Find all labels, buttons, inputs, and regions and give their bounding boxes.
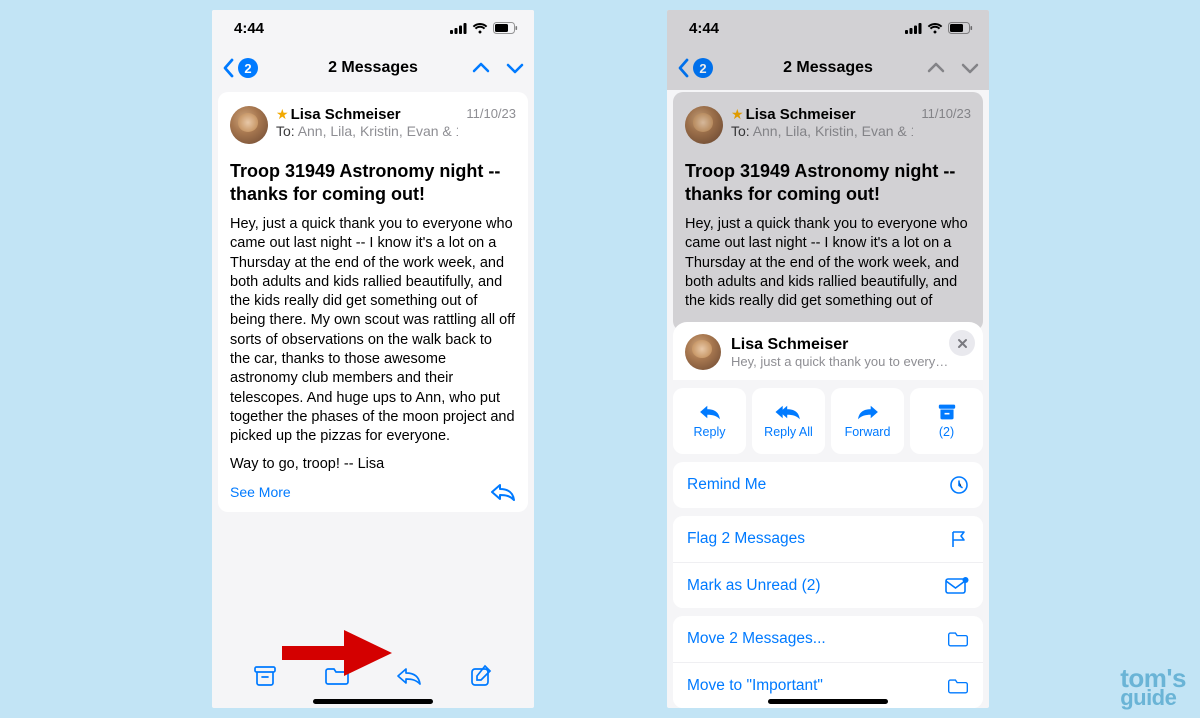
flag-icon [949, 529, 969, 549]
back-button[interactable]: 2 [677, 58, 713, 78]
message-header[interactable]: ★ Lisa Schmeiser To: Ann, Lila, Kristin,… [685, 106, 971, 144]
sheet-preview: Hey, just a quick thank you to everyone… [731, 354, 951, 369]
close-icon [957, 338, 968, 349]
reply-all-icon [775, 403, 803, 421]
battery-icon [493, 22, 518, 34]
signal-icon [450, 23, 467, 34]
primary-actions: Reply Reply All Forward (2) [673, 388, 983, 454]
nav-arrows [472, 62, 524, 74]
message-date: 11/10/23 [466, 106, 516, 144]
nav-bar: 2 2 Messages [667, 46, 989, 90]
status-indicators [905, 22, 973, 34]
unread-badge: 2 [238, 58, 258, 78]
sender-name: Lisa Schmeiser [746, 106, 856, 123]
message-date: 11/10/23 [921, 106, 971, 144]
message-card: ★ Lisa Schmeiser To: Ann, Lila, Kristin,… [673, 92, 983, 331]
reply-icon [698, 403, 722, 421]
avatar [685, 106, 723, 144]
watermark: tom's guide [1120, 667, 1186, 708]
reply-all-button[interactable]: Reply All [752, 388, 825, 454]
message-card: ★ Lisa Schmeiser To: Ann, Lila, Kristin,… [218, 92, 528, 512]
status-time: 4:44 [689, 20, 719, 37]
avatar [230, 106, 268, 144]
chevron-up-icon[interactable] [472, 62, 490, 74]
message-subject: Troop 31949 Astronomy night -- thanks fo… [685, 160, 971, 205]
forward-button[interactable]: Forward [831, 388, 904, 454]
star-icon: ★ [731, 106, 744, 123]
chevron-down-icon[interactable] [961, 62, 979, 74]
screenshot-left: 4:44 2 2 Messages ★ Lisa Schmeiser [212, 10, 534, 708]
nav-bar: 2 2 Messages [212, 46, 534, 90]
battery-icon [948, 22, 973, 34]
chevron-up-icon[interactable] [927, 62, 945, 74]
close-button[interactable] [949, 330, 975, 356]
move-messages-item[interactable]: Move 2 Messages... [673, 616, 983, 662]
see-more-link[interactable]: See More [230, 484, 291, 500]
clock-icon [949, 475, 969, 495]
signal-icon [905, 23, 922, 34]
reply-toolbar-icon[interactable] [396, 666, 422, 686]
home-indicator [313, 699, 433, 704]
status-indicators [450, 22, 518, 34]
message-header[interactable]: ★ Lisa Schmeiser To: Ann, Lila, Kristin,… [230, 106, 516, 144]
status-time: 4:44 [234, 20, 264, 37]
screenshot-right: 4:44 2 2 Messages ★ Lisa Schmeiser [667, 10, 989, 708]
star-icon: ★ [276, 106, 289, 123]
remind-me-item[interactable]: Remind Me [673, 462, 983, 508]
unread-badge: 2 [693, 58, 713, 78]
back-button[interactable]: 2 [222, 58, 258, 78]
reply-button[interactable]: Reply [673, 388, 746, 454]
flag-item[interactable]: Flag 2 Messages [673, 516, 983, 562]
mark-unread-item[interactable]: Mark as Unread (2) [673, 562, 983, 608]
status-bar: 4:44 [212, 10, 534, 46]
action-sheet: Lisa Schmeiser Hey, just a quick thank y… [673, 322, 983, 708]
nav-arrows [927, 62, 979, 74]
compose-icon[interactable] [469, 664, 493, 688]
folder-icon[interactable] [324, 666, 350, 686]
action-list: Remind Me Flag 2 Messages Mark as Unread… [673, 462, 983, 708]
forward-icon [856, 403, 880, 421]
wifi-icon [472, 23, 488, 34]
message-body: Hey, just a quick thank you to everyone … [230, 215, 516, 446]
archive-icon[interactable] [253, 665, 277, 687]
envelope-badge-icon [945, 577, 969, 595]
sender-name: Lisa Schmeiser [291, 106, 401, 123]
chevron-left-icon [222, 58, 234, 78]
chevron-down-icon[interactable] [506, 62, 524, 74]
sheet-header: Lisa Schmeiser Hey, just a quick thank y… [673, 322, 983, 380]
reply-icon[interactable] [490, 482, 516, 502]
message-signoff: Way to go, troop! -- Lisa [230, 456, 516, 472]
home-indicator [768, 699, 888, 704]
avatar [685, 334, 721, 370]
recipient-line: To: Ann, Lila, Kristin, Evan & 17 more..… [731, 123, 913, 139]
folder-icon [947, 630, 969, 648]
archive-button[interactable]: (2) [910, 388, 983, 454]
folder-icon [947, 677, 969, 695]
recipient-line: To: Ann, Lila, Kristin, Evan & 17 more..… [276, 123, 458, 139]
message-body: Hey, just a quick thank you to everyone … [685, 215, 971, 311]
wifi-icon [927, 23, 943, 34]
sheet-sender: Lisa Schmeiser [731, 336, 951, 354]
message-subject: Troop 31949 Astronomy night -- thanks fo… [230, 160, 516, 205]
status-bar: 4:44 [667, 10, 989, 46]
archive-icon [936, 403, 958, 421]
chevron-left-icon [677, 58, 689, 78]
